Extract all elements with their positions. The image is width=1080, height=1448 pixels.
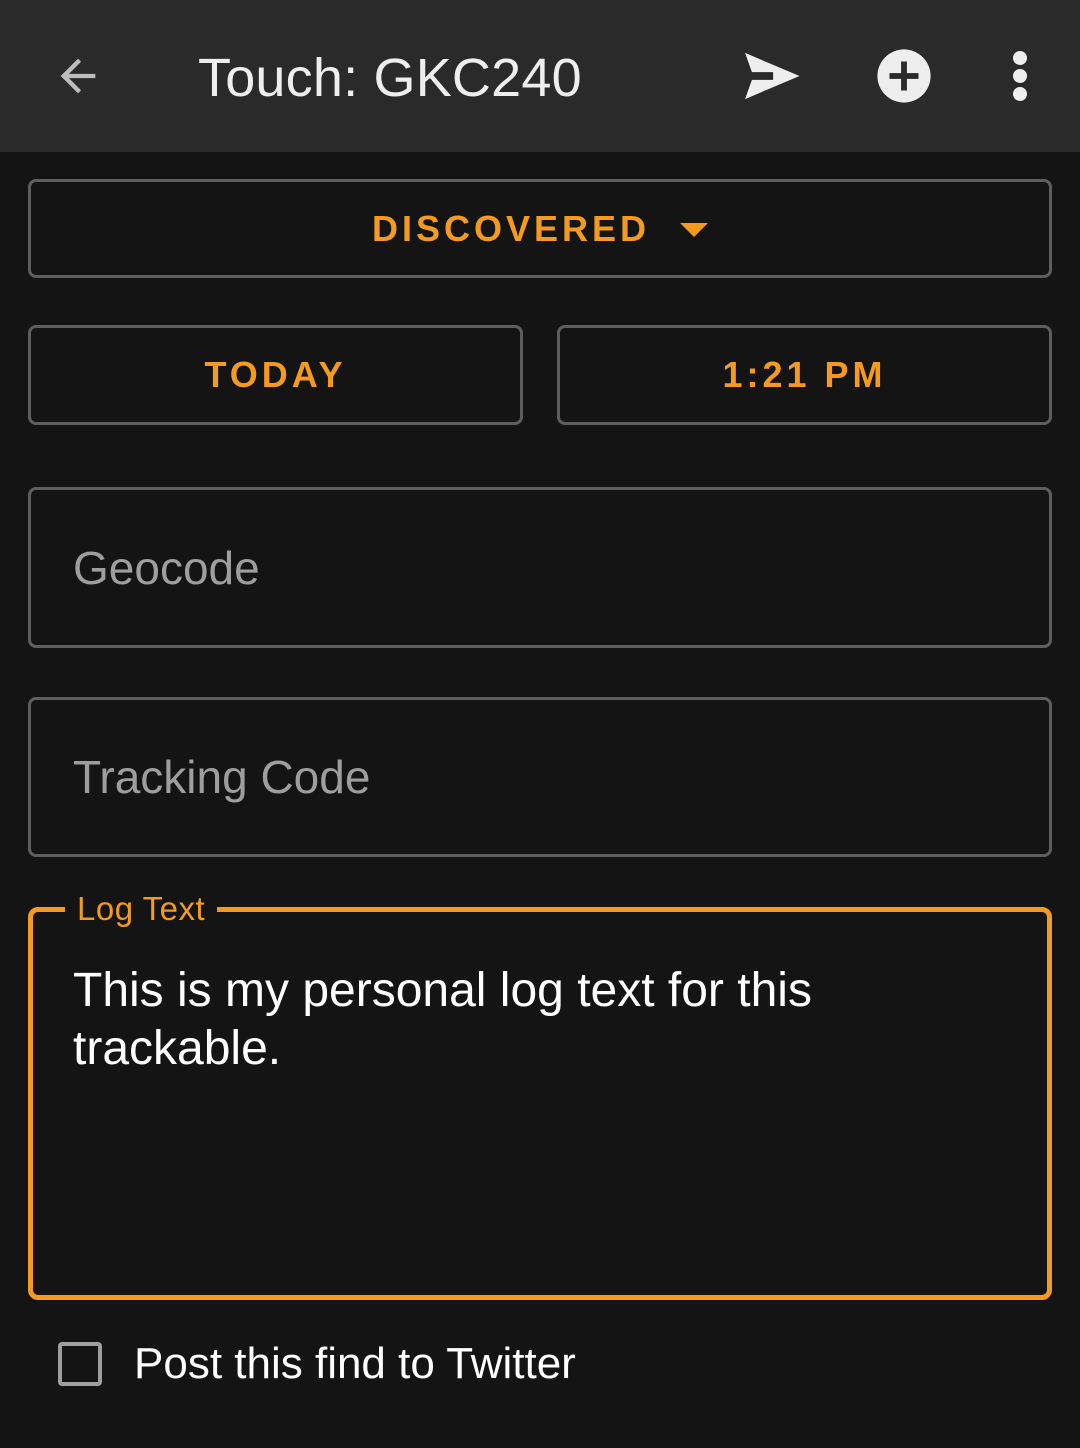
app-bar: Touch: GKC240 (0, 0, 1080, 152)
send-button[interactable] (732, 40, 812, 112)
date-button[interactable]: TODAY (28, 325, 523, 425)
more-options-button[interactable] (994, 40, 1046, 112)
log-text-value[interactable]: This is my personal log text for this tr… (73, 962, 973, 1078)
post-to-twitter-label: Post this find to Twitter (134, 1339, 576, 1388)
time-button[interactable]: 1:21 PM (557, 325, 1052, 425)
add-button[interactable] (866, 40, 942, 112)
log-type-label: DISCOVERED (371, 207, 651, 249)
page-title: Touch: GKC240 (198, 48, 582, 108)
log-type-dropdown[interactable]: DISCOVERED (28, 179, 1052, 278)
date-label: TODAY (204, 354, 347, 395)
back-button[interactable] (40, 40, 116, 112)
time-label: 1:21 PM (722, 354, 887, 395)
add-circle-icon (877, 49, 931, 103)
tracking-code-input[interactable] (28, 697, 1052, 857)
dropdown-arrow-icon (680, 222, 709, 237)
log-text-label: Log Text (65, 888, 218, 930)
geocode-input[interactable] (28, 487, 1052, 648)
more-vert-icon (1013, 51, 1027, 101)
post-to-twitter-checkbox[interactable] (58, 1342, 102, 1386)
back-arrow-icon (60, 58, 96, 94)
send-icon (745, 52, 800, 100)
log-text-field[interactable]: Log Text This is my personal log text fo… (28, 888, 1052, 1300)
post-to-twitter-option[interactable]: Post this find to Twitter (58, 1334, 576, 1394)
